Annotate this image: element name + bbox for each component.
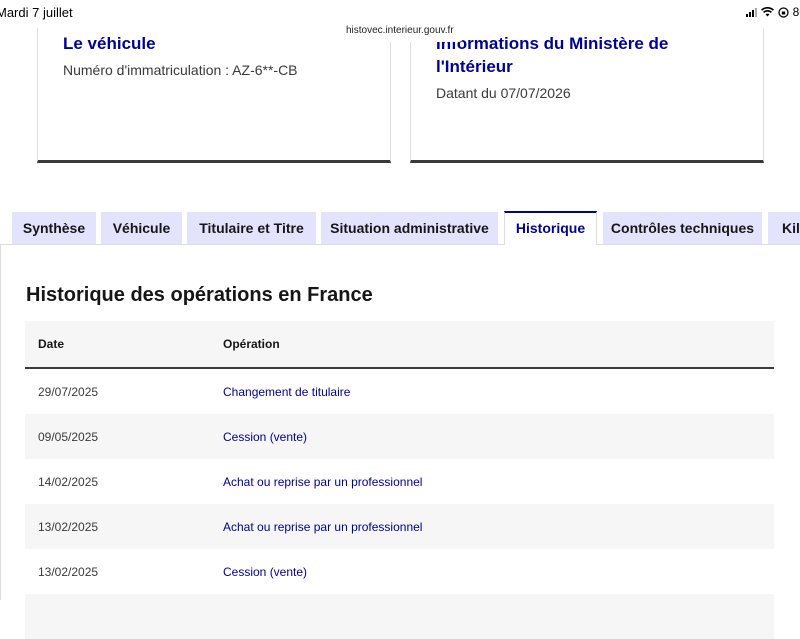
- url-bar[interactable]: histovec.interieur.gouv.fr: [336, 20, 464, 42]
- tab-kilometrage[interactable]: Kilo: [768, 212, 800, 244]
- orientation-lock-icon: [777, 6, 789, 18]
- data-date: Datant du 07/07/2026: [436, 85, 571, 101]
- battery-percent: 80: [792, 5, 800, 19]
- row-date: 14/02/2025: [38, 475, 99, 489]
- tab-bar: Synthèse Véhicule Titulaire et Titre Sit…: [0, 211, 800, 245]
- vehicle-card-title: Le véhicule: [63, 34, 156, 53]
- row-operation: Cession (vente): [223, 565, 308, 579]
- table-row: 13/02/2025 Cession (vente): [25, 549, 774, 594]
- cellular-signal-icon: [745, 7, 757, 17]
- header-date: Date: [38, 337, 65, 351]
- tab-situation[interactable]: Situation administrative: [321, 212, 498, 244]
- registration-number: Numéro d'immatriculation : AZ-6**-CB: [63, 62, 298, 78]
- row-date: 13/02/2025: [38, 565, 99, 579]
- ministry-card-title-line2: l'Intérieur: [436, 57, 513, 76]
- row-operation: Changement de titulaire: [223, 385, 351, 399]
- tab-vehicule[interactable]: Véhicule: [101, 212, 182, 244]
- ministry-card-title-line1: Informations du Ministère de: [436, 34, 669, 53]
- table-row: 29/07/2025 Changement de titulaire: [25, 369, 774, 414]
- header-operation: Opération: [223, 337, 280, 351]
- row-date: 09/05/2025: [38, 430, 99, 444]
- table-row-partial: [25, 594, 774, 639]
- tab-controles[interactable]: Contrôles techniques: [603, 212, 762, 244]
- page-title: Historique des opérations en France: [26, 284, 373, 306]
- table-header: Date Opération: [25, 321, 774, 369]
- status-time: Mardi 7 juillet: [0, 5, 73, 20]
- status-icons: 80: [745, 5, 800, 19]
- tab-titulaire[interactable]: Titulaire et Titre: [187, 212, 316, 244]
- row-operation: Achat ou reprise par un professionnel: [223, 520, 423, 534]
- url-text: histovec.interieur.gouv.fr: [346, 25, 454, 36]
- table-body: 29/07/2025 Changement de titulaire 09/05…: [25, 369, 774, 639]
- tab-synthese[interactable]: Synthèse: [12, 212, 96, 244]
- row-operation: Achat ou reprise par un professionnel: [223, 475, 423, 489]
- table-row: 09/05/2025 Cession (vente): [25, 414, 774, 459]
- operations-table: Date Opération 29/07/2025 Changement de …: [25, 321, 774, 639]
- wifi-icon: [760, 7, 774, 17]
- row-date: 13/02/2025: [38, 520, 99, 534]
- table-row: 13/02/2025 Achat ou reprise par un profe…: [25, 504, 774, 549]
- row-date: 29/07/2025: [38, 385, 99, 399]
- tab-historique[interactable]: Historique: [504, 211, 597, 245]
- row-operation: Cession (vente): [223, 430, 308, 444]
- table-row: 14/02/2025 Achat ou reprise par un profe…: [25, 459, 774, 504]
